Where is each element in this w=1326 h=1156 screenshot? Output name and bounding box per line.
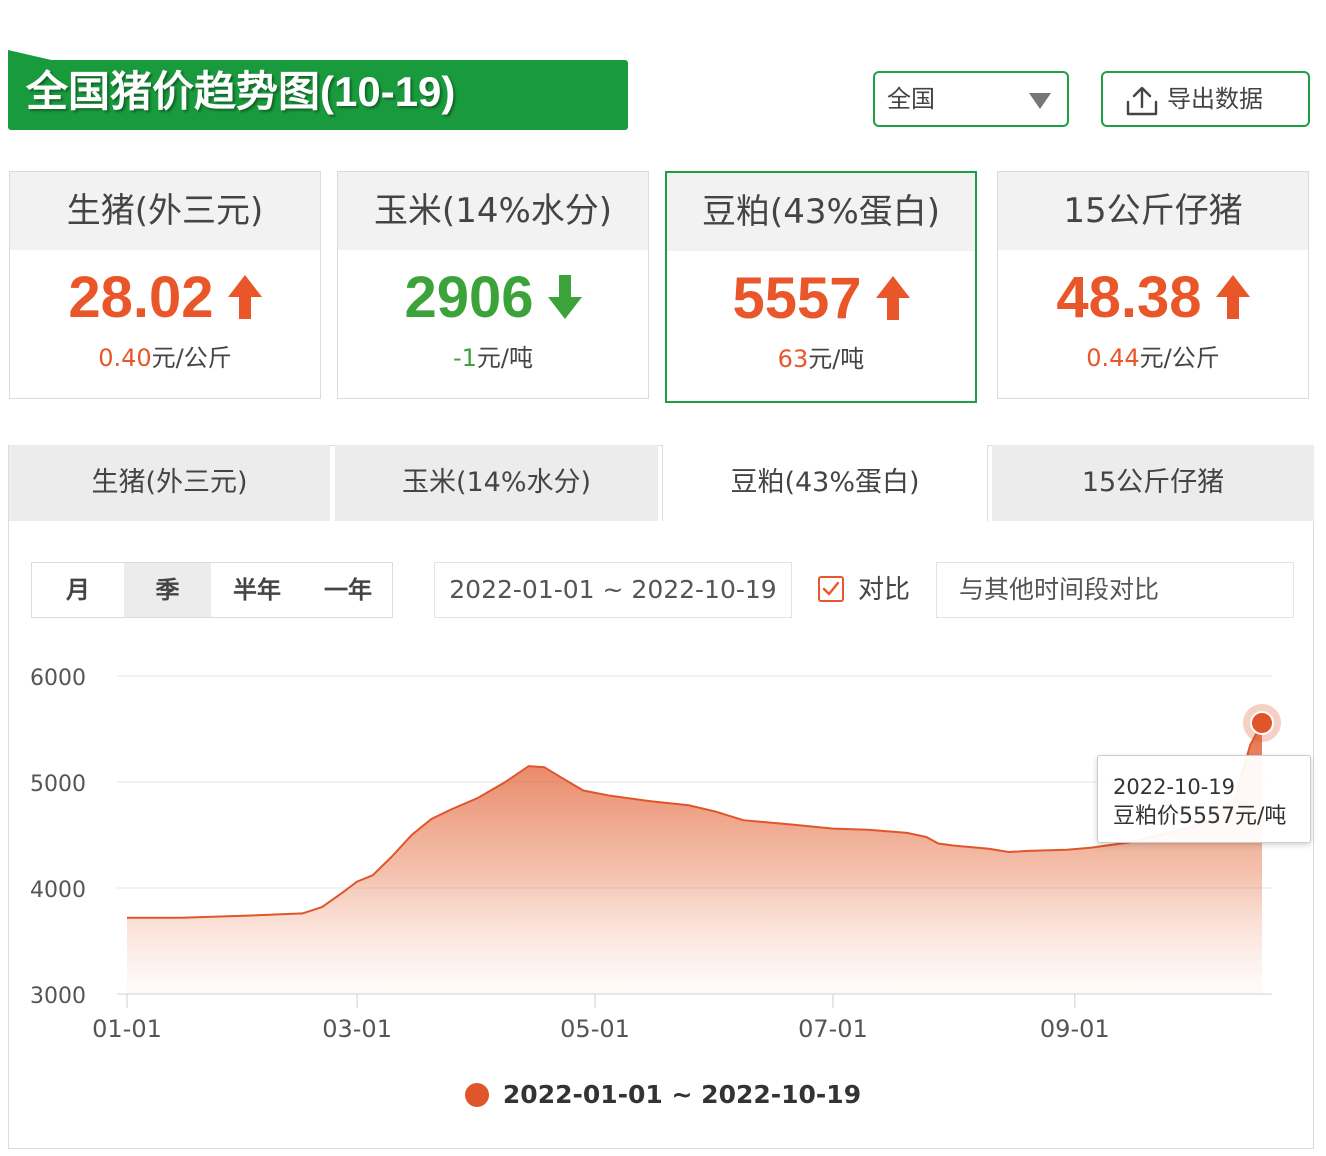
- card-price: 5557: [667, 269, 975, 329]
- card-price: 28.02: [10, 268, 320, 328]
- arrow-up-icon: [875, 275, 910, 320]
- tab-corn[interactable]: 玉米(14%水分): [335, 445, 658, 521]
- price-card-piglet[interactable]: 15公斤仔猪 48.38 0.44元/公斤: [997, 171, 1309, 399]
- date-range-input[interactable]: 2022-01-01 ~ 2022-10-19: [434, 562, 792, 618]
- chart-tooltip: 2022-10-19 豆粕价5557元/吨: [1097, 755, 1311, 843]
- highlight-point: [1250, 710, 1274, 735]
- chevron-down-icon: [1029, 93, 1051, 109]
- card-change-unit: 元/吨: [808, 345, 865, 373]
- legend-marker: [464, 1082, 489, 1107]
- region-select[interactable]: 全国: [873, 71, 1069, 127]
- card-change-value: 0.44: [1086, 344, 1140, 372]
- arrow-up-icon: [1215, 274, 1250, 319]
- range-selector: 月 季 半年 一年: [31, 562, 393, 618]
- price-card-soymeal[interactable]: 豆粕(43%蛋白) 5557 63元/吨: [665, 171, 977, 403]
- card-price-value: 5557: [732, 266, 862, 331]
- card-price: 2906: [338, 268, 648, 328]
- card-change-unit: 元/公斤: [1139, 344, 1220, 372]
- y-tick-label: 3000: [30, 984, 86, 1009]
- export-data-button[interactable]: 导出数据: [1101, 71, 1310, 127]
- card-change-unit: 元/公斤: [151, 344, 232, 372]
- range-month-button[interactable]: 月: [32, 563, 124, 617]
- region-select-value: 全国: [887, 85, 935, 113]
- tab-piglet[interactable]: 15公斤仔猪: [992, 445, 1314, 521]
- card-price-value: 2906: [404, 265, 534, 330]
- x-tick-label: 09-01: [1040, 1015, 1110, 1043]
- card-change-unit: 元/吨: [476, 344, 534, 372]
- x-tick-label: 05-01: [560, 1015, 630, 1043]
- check-icon: [822, 581, 840, 596]
- range-quarter-button[interactable]: 季: [124, 563, 211, 617]
- y-tick-label: 6000: [30, 666, 86, 691]
- card-price-value: 28.02: [68, 265, 214, 330]
- card-change-value: 0.40: [98, 344, 152, 372]
- price-card-hog[interactable]: 生猪(外三元) 28.02 0.40元/公斤: [9, 171, 321, 399]
- card-price: 48.38: [998, 268, 1308, 328]
- range-year-button[interactable]: 一年: [303, 563, 393, 617]
- page-title: 全国猪价趋势图(10-19): [26, 68, 456, 115]
- x-tick-label: 01-01: [92, 1015, 162, 1043]
- price-card-corn[interactable]: 玉米(14%水分) 2906 -1元/吨: [337, 171, 649, 399]
- x-tick-label: 07-01: [798, 1015, 868, 1043]
- compare-range-input[interactable]: 与其他时间段对比: [936, 562, 1294, 618]
- card-title: 玉米(14%水分): [338, 172, 648, 250]
- card-change: 0.44元/公斤: [998, 338, 1308, 373]
- card-change: 0.40元/公斤: [10, 338, 320, 373]
- arrow-down-icon: [547, 274, 582, 319]
- chart-legend[interactable]: 2022-01-01 ~ 2022-10-19: [0, 1080, 1326, 1109]
- card-price-value: 48.38: [1056, 265, 1202, 330]
- arrow-up-icon: [227, 274, 262, 319]
- compare-checkbox[interactable]: [818, 576, 844, 602]
- tooltip-value: 豆粕价5557元/吨: [1113, 804, 1287, 829]
- x-tick-label: 03-01: [322, 1015, 392, 1043]
- legend-label: 2022-01-01 ~ 2022-10-19: [502, 1080, 862, 1109]
- card-change-value: -1: [452, 344, 477, 372]
- compare-label: 对比: [858, 575, 911, 605]
- y-tick-label: 5000: [30, 772, 86, 797]
- price-area-chart: 3000 4000 5000 6000 01-01 03-01 05-01 07-01 09-…: [30, 666, 1281, 1043]
- series-area: [127, 723, 1262, 994]
- export-data-label: 导出数据: [1167, 85, 1263, 113]
- tab-hog[interactable]: 生猪(外三元): [9, 445, 330, 521]
- card-change: 63元/吨: [667, 339, 975, 374]
- tab-soymeal[interactable]: 豆粕(43%蛋白): [662, 445, 988, 521]
- card-title: 豆粕(43%蛋白): [667, 173, 975, 251]
- card-title: 15公斤仔猪: [998, 172, 1308, 250]
- range-halfyear-button[interactable]: 半年: [211, 563, 303, 617]
- card-change-value: 63: [777, 345, 809, 373]
- card-change: -1元/吨: [338, 338, 648, 373]
- card-title: 生猪(外三元): [10, 172, 320, 250]
- y-tick-label: 4000: [30, 878, 86, 903]
- tooltip-date: 2022-10-19: [1113, 775, 1236, 799]
- upload-icon: [1126, 86, 1158, 116]
